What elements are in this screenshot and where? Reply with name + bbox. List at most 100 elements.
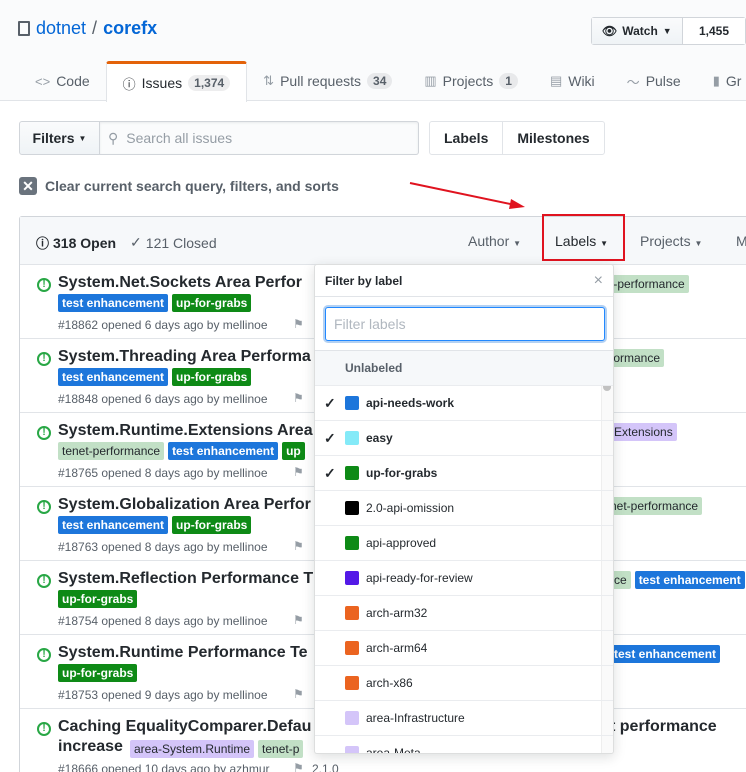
tab-wiki[interactable]: ▤ Wiki xyxy=(534,61,611,101)
code-icon: <> xyxy=(35,73,51,89)
label-option[interactable]: arch-arm32 xyxy=(315,596,613,631)
milestone-icon: ⚑ xyxy=(293,761,304,772)
tab-label: Wiki xyxy=(568,73,595,89)
open-issues-link[interactable]: ⓘ 318 Open xyxy=(36,233,116,252)
issue-label[interactable]: up-for-grabs xyxy=(172,368,252,386)
close-icon[interactable]: × xyxy=(594,272,603,290)
label-option[interactable]: api-ready-for-review xyxy=(315,561,613,596)
label-color-swatch xyxy=(345,571,359,585)
label-option-name: arch-arm32 xyxy=(366,606,428,620)
projects-filter[interactable]: Projects ▼ xyxy=(640,233,702,249)
issue-label[interactable]: up-for-grabs xyxy=(172,294,252,312)
label-option-name: api-ready-for-review xyxy=(366,571,473,585)
milestones-link[interactable]: Milestones xyxy=(502,122,603,154)
tab-projects[interactable]: ▥ Projects 1 xyxy=(408,61,534,101)
issue-label[interactable]: test enhancement xyxy=(58,294,169,312)
closed-count: 121 Closed xyxy=(145,234,217,251)
tab-code[interactable]: <> Code xyxy=(0,61,106,101)
issue-label[interactable]: t-performance xyxy=(606,275,689,293)
label-color-swatch xyxy=(345,711,359,725)
issue-title-link[interactable]: System.Runtime Performance Te xyxy=(58,644,308,662)
issue-label[interactable]: Extensions xyxy=(610,423,677,441)
issue-label[interactable]: up-for-grabs xyxy=(172,516,252,534)
issue-label[interactable]: test enhancement xyxy=(634,571,745,589)
issue-opened-icon: ⓘ xyxy=(122,76,136,92)
issue-label[interactable]: tenet-p xyxy=(258,740,304,758)
clear-filters-link[interactable]: ✕ Clear current search query, filters, a… xyxy=(19,177,339,195)
tab-label: Gr xyxy=(725,73,742,89)
issue-label[interactable]: formance xyxy=(606,349,665,367)
dropdown-header: Filter by label × xyxy=(315,265,613,297)
milestone-icon: ⚑ xyxy=(293,391,304,405)
tab-label: Projects xyxy=(442,73,494,89)
filters-label: Filters xyxy=(32,130,75,146)
issue-title-continued[interactable]: increase xyxy=(58,738,123,756)
issue-label[interactable]: up-for-grabs xyxy=(58,590,138,608)
issue-opened-icon: ! xyxy=(37,648,51,662)
issue-label[interactable]: test enhancement xyxy=(610,645,721,663)
tab-pull-requests[interactable]: ⇅ Pull requests 34 xyxy=(247,61,408,101)
issue-title-link[interactable]: System.Reflection Performance T xyxy=(58,570,313,588)
labels-milestones-group: Labels Milestones xyxy=(429,121,605,155)
issue-title-link[interactable]: System.Threading Area Performa xyxy=(58,348,311,366)
repo-title: dotnet / corefx xyxy=(18,18,157,39)
issue-meta: #18753 opened 9 days ago by mellinoe xyxy=(58,688,268,702)
git-pull-request-icon: ⇅ xyxy=(263,73,275,88)
issue-label[interactable]: test enhancement xyxy=(168,442,279,460)
issue-label[interactable]: tenet-performance xyxy=(58,442,165,460)
projects-label: Projects xyxy=(640,233,691,249)
repo-book-icon xyxy=(18,21,30,36)
search-field[interactable]: ⚲ Search all issues xyxy=(100,121,419,155)
filter-labels-input[interactable] xyxy=(325,307,605,341)
label-color-swatch xyxy=(345,676,359,690)
tab-graphs[interactable]: ▮ Gr xyxy=(697,61,746,101)
author-filter[interactable]: Author ▼ xyxy=(468,233,521,249)
label-option[interactable]: area-Meta xyxy=(315,736,613,753)
label-option[interactable]: ✓ api-needs-work xyxy=(315,386,613,421)
label-option[interactable]: arch-x86 xyxy=(315,666,613,701)
label-option-unlabeled[interactable]: Unlabeled xyxy=(315,351,613,386)
label-option[interactable]: area-Infrastructure xyxy=(315,701,613,736)
repo-tabs: <> Code ⓘ Issues 1,374 ⇅ Pull requests 3… xyxy=(0,61,746,102)
tab-counter: 1 xyxy=(499,73,518,89)
issue-meta: #18666 opened 10 days ago by azhmur xyxy=(58,762,270,772)
repo-header: dotnet / corefx 👁 Watch ▼ 1,455 <> Code … xyxy=(0,0,746,102)
label-option[interactable]: 2.0-api-omission xyxy=(315,491,613,526)
issue-opened-icon: ! xyxy=(37,574,51,588)
tab-issues[interactable]: ⓘ Issues 1,374 xyxy=(105,61,248,102)
watch-count[interactable]: 1,455 xyxy=(683,18,745,44)
milestone-link[interactable]: 2.1.0 xyxy=(312,762,339,772)
filters-button[interactable]: Filters ▼ xyxy=(19,121,100,155)
label-option[interactable]: api-approved xyxy=(315,526,613,561)
repo-name-link[interactable]: corefx xyxy=(103,18,157,39)
pulse-icon: 〜 xyxy=(626,74,640,90)
issue-meta: #18862 opened 6 days ago by mellinoe xyxy=(58,318,268,332)
labels-link[interactable]: Labels xyxy=(430,122,502,154)
watch-button[interactable]: 👁 Watch ▼ xyxy=(592,18,683,44)
issue-label[interactable]: test enhancement xyxy=(58,368,169,386)
issue-label[interactable]: net-performance xyxy=(606,497,703,515)
label-option[interactable]: ✓ up-for-grabs xyxy=(315,456,613,491)
closed-issues-link[interactable]: ✓ 121 Closed xyxy=(130,233,217,252)
issue-title-link[interactable]: System.Globalization Area Perfor xyxy=(58,496,311,514)
issue-opened-icon: ! xyxy=(37,722,51,736)
label-option[interactable]: ✓ easy xyxy=(315,421,613,456)
watch-label: Watch xyxy=(622,24,658,38)
issue-opened-icon: ! xyxy=(37,426,51,440)
issue-title-link[interactable]: System.Runtime.Extensions Area xyxy=(58,422,313,440)
issue-title-link[interactable]: Caching EqualityComparer.Defau xyxy=(58,718,311,736)
check-icon: ✓ xyxy=(130,234,142,250)
open-count: 318 Open xyxy=(53,234,117,251)
issue-label[interactable]: up-for-grabs xyxy=(58,664,138,682)
repo-owner-link[interactable]: dotnet xyxy=(36,18,86,39)
issue-label[interactable]: area-System.Runtime xyxy=(130,740,255,758)
issue-title-link[interactable]: System.Net.Sockets Area Perfor xyxy=(58,274,302,292)
issue-opened-icon: ! xyxy=(37,352,51,366)
milestone-icon: ⚑ xyxy=(293,465,304,479)
check-icon: ✓ xyxy=(324,429,336,446)
more-filter[interactable]: M xyxy=(736,233,746,249)
tab-pulse[interactable]: 〜 Pulse xyxy=(611,61,697,101)
issue-label[interactable]: up xyxy=(282,442,305,460)
label-option[interactable]: arch-arm64 xyxy=(315,631,613,666)
issue-label[interactable]: test enhancement xyxy=(58,516,169,534)
